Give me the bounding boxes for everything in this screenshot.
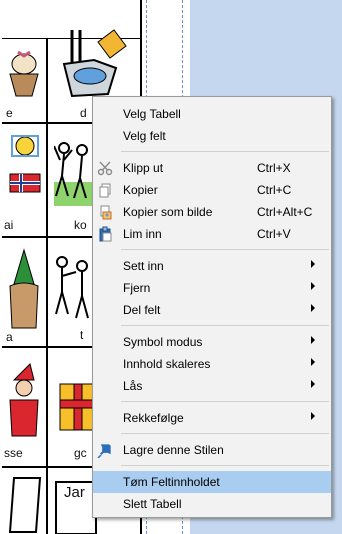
cell-label: Jar: [64, 484, 85, 501]
menu-item-label: Tøm Feltinnholdet: [123, 475, 220, 489]
menu-item-shortcut: Ctrl+V: [257, 227, 291, 241]
sun-flag-symbol: [9, 135, 41, 193]
menu-item-label: Innhold skaleres: [123, 357, 211, 371]
santa-symbol: [9, 363, 39, 437]
cell-label: ai: [4, 218, 14, 232]
cell-label: a: [6, 330, 13, 344]
menu-item-klipp-ut[interactable]: Klipp ut Ctrl+X: [93, 157, 331, 179]
menu-item-las[interactable]: Lås: [93, 375, 331, 397]
menu-item-label: Lagre denne Stilen: [123, 443, 224, 457]
cell-label: sse: [4, 446, 23, 460]
pin-icon: [97, 444, 111, 458]
menu-item-shortcut: Ctrl+C: [257, 183, 292, 197]
submenu-arrow-icon: [311, 380, 315, 388]
copy-as-image-icon: [100, 205, 112, 220]
cell-label: e: [6, 106, 13, 120]
dancing-people-symbol: [55, 256, 89, 319]
washing-hands-symbol: [62, 29, 127, 98]
menu-separator: [121, 401, 329, 402]
paste-icon: [99, 226, 112, 242]
page-symbol: [8, 477, 42, 533]
menu-item-shortcut: Ctrl+Alt+C: [257, 205, 313, 219]
menu-item-kopier[interactable]: Kopier Ctrl+C: [93, 179, 331, 201]
menu-item-label: Klipp ut: [123, 161, 164, 175]
menu-item-label: Kopier: [123, 183, 158, 197]
table-rule: [46, 38, 48, 534]
scissors-icon: [97, 161, 113, 176]
submenu-arrow-icon: [311, 336, 315, 344]
menu-item-kopier-som-bilde[interactable]: Kopier som bilde Ctrl+Alt+C: [93, 201, 331, 223]
menu-item-label: Lås: [123, 379, 143, 393]
menu-item-label: Symbol modus: [123, 335, 203, 349]
santa-sack-symbol: [9, 248, 39, 329]
menu-item-velg-felt[interactable]: Velg felt: [93, 125, 331, 147]
context-menu: Velg Tabell Velg felt Klipp ut Ctrl+X Ko…: [92, 96, 332, 518]
copy-icon: [99, 183, 111, 198]
cell-label: gc: [74, 446, 87, 460]
menu-item-innhold-skaleres[interactable]: Innhold skaleres: [93, 353, 331, 375]
menu-separator: [121, 249, 329, 250]
menu-item-label: Lim inn: [123, 227, 162, 241]
menu-item-rekkefolge[interactable]: Rekkefølge: [93, 407, 331, 429]
submenu-arrow-icon: [311, 304, 315, 312]
menu-item-label: Rekkefølge: [123, 411, 184, 425]
menu-item-shortcut: Ctrl+X: [257, 161, 291, 175]
menu-item-lim-inn[interactable]: Lim inn Ctrl+V: [93, 223, 331, 245]
menu-item-label: Velg felt: [123, 129, 166, 143]
menu-separator: [121, 325, 329, 326]
menu-item-del-felt[interactable]: Del felt: [93, 299, 331, 321]
menu-separator: [121, 465, 329, 466]
menu-separator: [121, 151, 329, 152]
basket-symbol: [9, 50, 39, 97]
cell-label: d: [80, 106, 87, 120]
cell-label: t: [80, 328, 84, 342]
menu-item-sett-inn[interactable]: Sett inn: [93, 255, 331, 277]
submenu-arrow-icon: [311, 412, 315, 420]
menu-item-symbol-modus[interactable]: Symbol modus: [93, 331, 331, 353]
menu-item-label: Sett inn: [123, 259, 164, 273]
submenu-arrow-icon: [311, 282, 315, 290]
menu-item-velg-tabell[interactable]: Velg Tabell: [93, 103, 331, 125]
menu-item-tom-feltinnholdet[interactable]: Tøm Feltinnholdet: [93, 471, 331, 493]
menu-item-label: Velg Tabell: [123, 107, 181, 121]
menu-separator: [121, 433, 329, 434]
menu-item-slett-tabell[interactable]: Slett Tabell: [93, 493, 331, 515]
cell-label: ko: [74, 218, 87, 232]
celebrating-people-symbol: [54, 142, 94, 206]
menu-item-fjern[interactable]: Fjern: [93, 277, 331, 299]
menu-item-lagre-denne-stilen[interactable]: Lagre denne Stilen: [93, 439, 331, 461]
submenu-arrow-icon: [311, 260, 315, 268]
menu-item-label: Slett Tabell: [123, 497, 182, 511]
menu-item-label: Del felt: [123, 303, 161, 317]
menu-item-label: Fjern: [123, 281, 151, 295]
menu-item-label: Kopier som bilde: [123, 205, 213, 219]
submenu-arrow-icon: [311, 358, 315, 366]
